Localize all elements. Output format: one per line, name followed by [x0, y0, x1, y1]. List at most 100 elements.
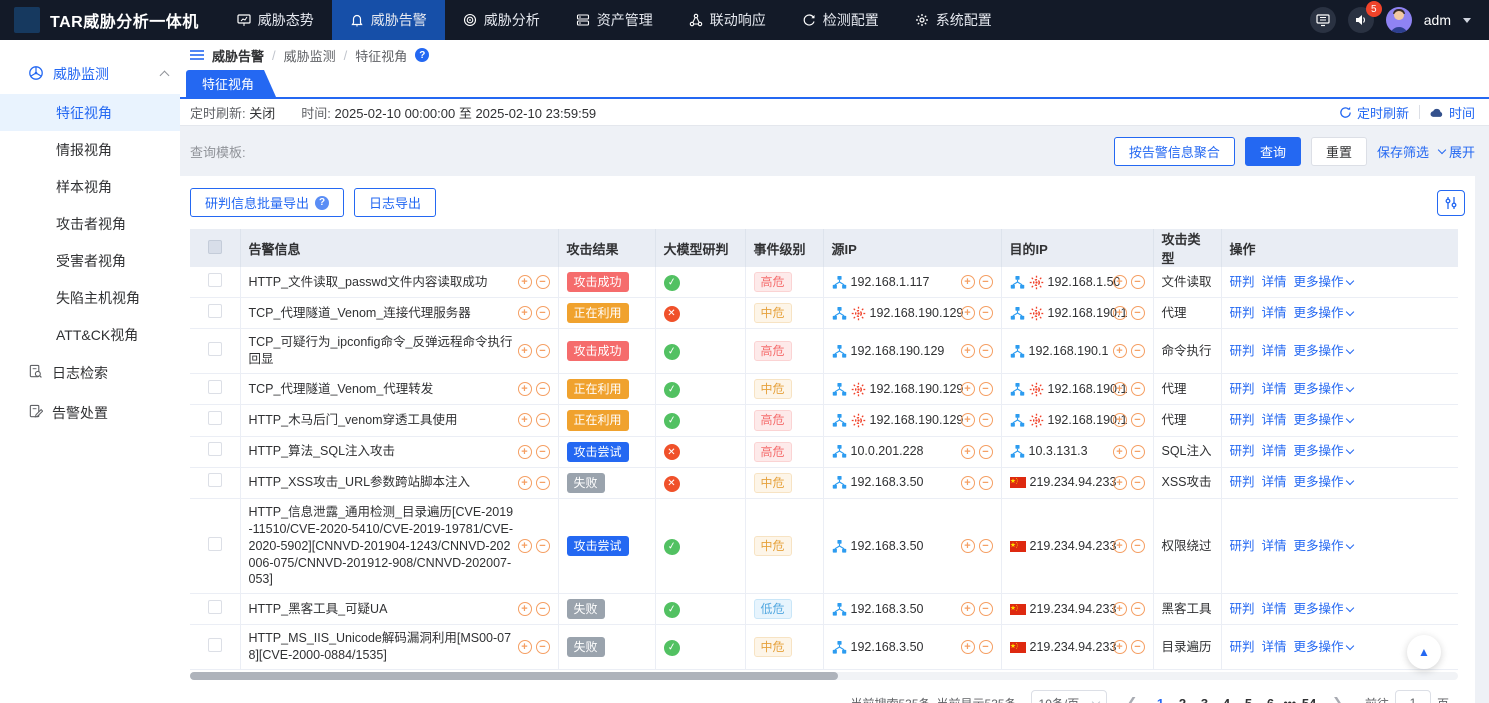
more-actions-link[interactable]: 更多操作: [1294, 601, 1353, 618]
add-filter-icon[interactable]: +: [518, 275, 532, 289]
add-filter-icon[interactable]: +: [961, 602, 975, 616]
row-checkbox[interactable]: [208, 411, 222, 425]
remove-filter-icon[interactable]: −: [536, 539, 550, 553]
nav-item-4[interactable]: 联动响应: [671, 0, 784, 40]
remove-filter-icon[interactable]: −: [536, 413, 550, 427]
page-number-5[interactable]: 5: [1237, 696, 1259, 703]
nav-item-5[interactable]: 检测配置: [784, 0, 897, 40]
remove-filter-icon[interactable]: −: [979, 476, 993, 490]
horizontal-scrollbar-thumb[interactable]: [190, 672, 838, 680]
remove-filter-icon[interactable]: −: [1131, 445, 1145, 459]
add-filter-icon[interactable]: +: [961, 539, 975, 553]
alert-name[interactable]: HTTP_木马后门_venom穿透工具使用: [249, 412, 514, 429]
alert-name[interactable]: HTTP_信息泄露_通用检测_目录遍历[CVE-2019-11510/CVE-2…: [249, 504, 514, 588]
page-number-3[interactable]: 3: [1193, 696, 1215, 703]
add-filter-icon[interactable]: +: [961, 275, 975, 289]
judge-action-link[interactable]: 研判: [1230, 275, 1255, 289]
judge-action-link[interactable]: 研判: [1230, 382, 1255, 396]
save-filter-link[interactable]: 保存筛选: [1377, 142, 1429, 161]
breadcrumb-root[interactable]: 威胁告警: [212, 46, 264, 65]
more-actions-link[interactable]: 更多操作: [1294, 274, 1353, 291]
back-to-top-button[interactable]: ▲: [1407, 635, 1441, 669]
sidebar-item-5[interactable]: 失陷主机视角: [0, 279, 180, 316]
judge-action-link[interactable]: 研判: [1230, 475, 1255, 489]
next-page-button[interactable]: ❯: [1326, 695, 1349, 703]
nav-item-2[interactable]: 威胁分析: [445, 0, 558, 40]
row-checkbox[interactable]: [208, 273, 222, 287]
sidebar-item-4[interactable]: 受害者视角: [0, 242, 180, 279]
add-filter-icon[interactable]: +: [961, 413, 975, 427]
row-checkbox[interactable]: [208, 638, 222, 652]
hamburger-icon[interactable]: [190, 49, 204, 61]
add-filter-icon[interactable]: +: [518, 602, 532, 616]
notification-speaker-button[interactable]: 5: [1348, 7, 1374, 33]
add-filter-icon[interactable]: +: [518, 445, 532, 459]
select-all-checkbox[interactable]: [208, 240, 222, 254]
remove-filter-icon[interactable]: −: [979, 413, 993, 427]
add-filter-icon[interactable]: +: [961, 476, 975, 490]
column-header-0[interactable]: 告警信息: [240, 229, 558, 267]
batch-export-button[interactable]: 研判信息批量导出 ?: [190, 188, 344, 217]
remove-filter-icon[interactable]: −: [1131, 382, 1145, 396]
expand-link[interactable]: 展开: [1439, 142, 1475, 161]
alert-name[interactable]: HTTP_XSS攻击_URL参数跨站脚本注入: [249, 474, 514, 491]
sidebar-item-0[interactable]: 特征视角: [0, 94, 180, 131]
remove-filter-icon[interactable]: −: [979, 640, 993, 654]
remove-filter-icon[interactable]: −: [1131, 306, 1145, 320]
add-filter-icon[interactable]: +: [1113, 539, 1127, 553]
add-filter-icon[interactable]: +: [1113, 445, 1127, 459]
alert-name[interactable]: HTTP_算法_SQL注入攻击: [249, 443, 514, 460]
page-number-6[interactable]: 6: [1259, 696, 1281, 703]
user-avatar[interactable]: [1386, 7, 1412, 33]
remove-filter-icon[interactable]: −: [536, 382, 550, 396]
detail-action-link[interactable]: 详情: [1262, 602, 1287, 616]
more-actions-link[interactable]: 更多操作: [1294, 443, 1353, 460]
detail-action-link[interactable]: 详情: [1262, 275, 1287, 289]
column-header-1[interactable]: 攻击结果: [558, 229, 655, 267]
remove-filter-icon[interactable]: −: [979, 306, 993, 320]
sidebar-item-3[interactable]: 攻击者视角: [0, 205, 180, 242]
remove-filter-icon[interactable]: −: [536, 445, 550, 459]
column-header-6[interactable]: 攻击类型: [1153, 229, 1221, 267]
log-export-button[interactable]: 日志导出: [354, 188, 436, 217]
alert-name[interactable]: HTTP_文件读取_passwd文件内容读取成功: [249, 274, 514, 291]
alert-name[interactable]: HTTP_黑客工具_可疑UA: [249, 601, 514, 618]
goto-page-input[interactable]: [1395, 690, 1431, 703]
judge-action-link[interactable]: 研判: [1230, 306, 1255, 320]
more-actions-link[interactable]: 更多操作: [1294, 412, 1353, 429]
row-checkbox[interactable]: [208, 473, 222, 487]
row-checkbox[interactable]: [208, 537, 222, 551]
detail-action-link[interactable]: 详情: [1262, 344, 1287, 358]
nav-item-0[interactable]: 威胁态势: [219, 0, 332, 40]
add-filter-icon[interactable]: +: [961, 344, 975, 358]
detail-action-link[interactable]: 详情: [1262, 640, 1287, 654]
add-filter-icon[interactable]: +: [1113, 275, 1127, 289]
remove-filter-icon[interactable]: −: [536, 640, 550, 654]
remove-filter-icon[interactable]: −: [1131, 275, 1145, 289]
alert-name[interactable]: TCP_可疑行为_ipconfig命令_反弹远程命令执行回显: [249, 334, 514, 368]
add-filter-icon[interactable]: +: [1113, 602, 1127, 616]
column-header-3[interactable]: 事件级别: [745, 229, 823, 267]
add-filter-icon[interactable]: +: [1113, 306, 1127, 320]
judge-action-link[interactable]: 研判: [1230, 640, 1255, 654]
detail-action-link[interactable]: 详情: [1262, 413, 1287, 427]
nav-item-3[interactable]: 资产管理: [558, 0, 671, 40]
alert-name[interactable]: TCP_代理隧道_Venom_连接代理服务器: [249, 305, 514, 322]
remove-filter-icon[interactable]: −: [1131, 539, 1145, 553]
add-filter-icon[interactable]: +: [518, 382, 532, 396]
add-filter-icon[interactable]: +: [961, 640, 975, 654]
detail-action-link[interactable]: 详情: [1262, 475, 1287, 489]
add-filter-icon[interactable]: +: [961, 445, 975, 459]
remove-filter-icon[interactable]: −: [1131, 344, 1145, 358]
remove-filter-icon[interactable]: −: [979, 275, 993, 289]
add-filter-icon[interactable]: +: [518, 413, 532, 427]
sidebar-item-6[interactable]: ATT&CK视角: [0, 316, 180, 353]
remove-filter-icon[interactable]: −: [536, 476, 550, 490]
remove-filter-icon[interactable]: −: [536, 306, 550, 320]
add-filter-icon[interactable]: +: [961, 382, 975, 396]
more-actions-link[interactable]: 更多操作: [1294, 474, 1353, 491]
nav-item-1[interactable]: 威胁告警: [332, 0, 445, 40]
judge-action-link[interactable]: 研判: [1230, 602, 1255, 616]
add-filter-icon[interactable]: +: [1113, 382, 1127, 396]
add-filter-icon[interactable]: +: [518, 539, 532, 553]
